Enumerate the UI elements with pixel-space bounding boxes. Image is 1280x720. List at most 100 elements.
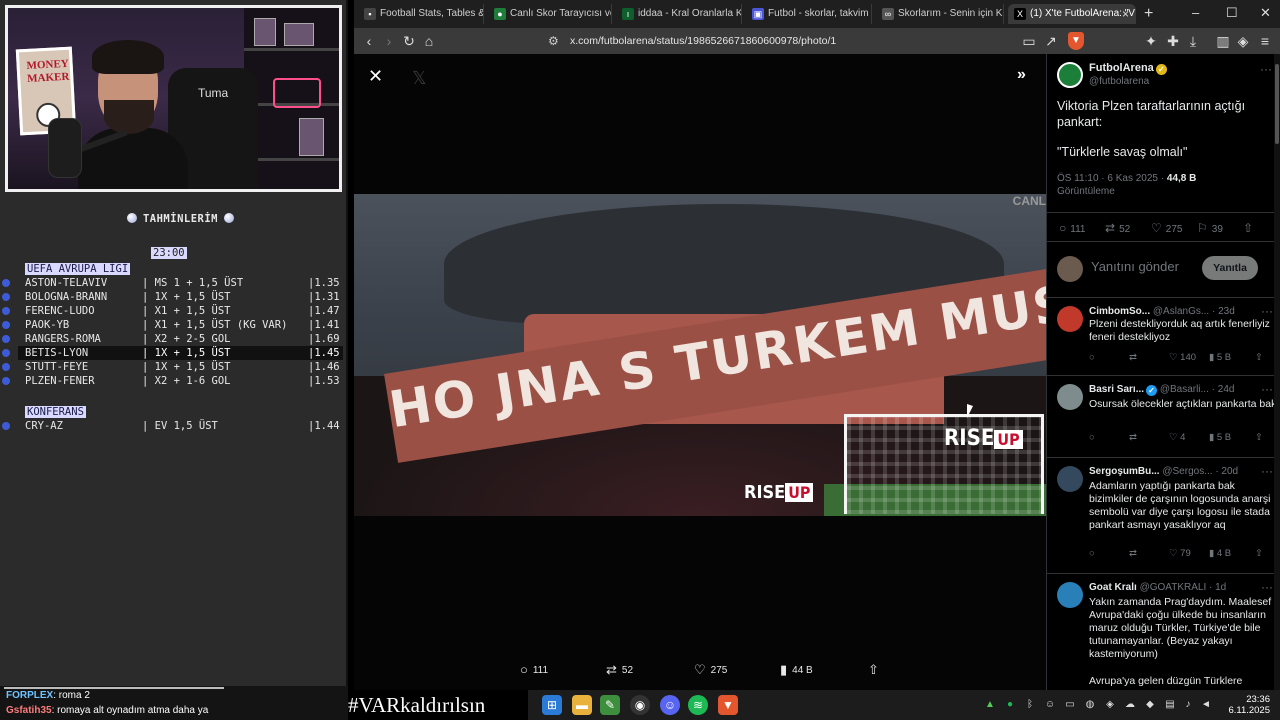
forward-button[interactable]: › [380,32,398,50]
repost-icon[interactable]: ⇄ [1129,548,1137,559]
bluetooth-icon[interactable]: ᛒ [1024,699,1036,711]
tab-iddaa[interactable]: ı iddaa - Kral Oranlarla Kralla [616,4,742,24]
battery-icon[interactable]: ▭ [1064,699,1076,711]
like-button[interactable]: ♡ 275 [694,662,727,678]
user-avatar[interactable] [1057,256,1083,282]
collapse-panel-button[interactable]: » [1017,66,1026,84]
cast-icon[interactable]: ▭ [1020,32,1038,50]
download-icon[interactable]: ⤓ [1184,32,1202,50]
network-icon[interactable]: ▤ [1164,699,1176,711]
commenter-avatar[interactable] [1057,466,1083,492]
tray-app-icon[interactable]: ▲ [984,699,996,711]
discord-icon[interactable]: ☺ [660,695,680,715]
commenter-name[interactable]: CimbomSo... @AslanGs... · 23d [1089,306,1235,317]
close-icon[interactable]: × [1122,4,1129,24]
repost-button[interactable]: ⇄ 52 [1105,221,1130,235]
share-icon[interactable]: ↗ [1042,32,1060,50]
brave-icon[interactable]: ▼ [718,695,738,715]
new-tab-button[interactable]: + [1144,4,1153,24]
commenter-name[interactable]: Basri Sarı... ✓ @Basarli... · 24d [1089,384,1234,396]
tab-x-futbolarena[interactable]: X (1) X'te FutbolArena: "V × [1008,4,1136,24]
like-button[interactable]: ♡ 79 [1169,548,1191,559]
comment-item[interactable]: Goat Kralı @GOATKRALI · 1d ··· Yakın zaman… [1047,574,1280,690]
bookmark-button[interactable]: ⚐ 39 [1197,221,1223,235]
share-icon[interactable]: ⇧ [1255,352,1263,363]
author-handle[interactable]: @futbolarena [1089,76,1149,87]
tab-live-score[interactable]: ● Canlı Skor Tarayıcısı ve Canl [488,4,612,24]
views-button[interactable]: ▮ 5 B [1209,352,1231,363]
scrollbar[interactable] [1274,54,1280,690]
views-button[interactable]: ▮ 44 B [780,662,813,678]
repost-icon[interactable]: ⇄ [1129,432,1137,443]
file-explorer-icon[interactable]: ▬ [572,695,592,715]
address-bar[interactable]: ⚙ x.com/futbolarena/status/1986526671860… [520,31,1060,51]
app-tray-icon[interactable]: ◆ [1144,699,1156,711]
reply-icon[interactable]: ○ [1089,352,1095,363]
author-avatar[interactable] [1057,62,1083,88]
repost-button[interactable]: ⇄ 52 [606,662,633,678]
mic-icon[interactable]: ♪ [1182,699,1194,711]
home-button[interactable]: ⌂ [420,32,438,50]
discord-tray-icon[interactable]: ☺ [1044,699,1056,711]
minimize-button[interactable]: – [1192,3,1199,23]
like-button[interactable]: ♡ 140 [1169,352,1196,363]
tweet-time[interactable]: ÖS 11:10 · 6 Kas 2025 · [1057,173,1164,184]
more-options-icon[interactable]: ··· [1260,62,1272,76]
comment-item[interactable]: SergoşumBu... @Sergos... · 20d ··· Adamlar… [1047,458,1280,574]
reply-button[interactable]: ○ 111 [1059,221,1085,235]
tweet-photo[interactable]: HO JNA S TURKEM MUSIME JIT! RISEUP RISEU… [354,194,1046,516]
vpn-icon[interactable]: ◈ [1234,32,1252,50]
views-button[interactable]: ▮ 4 B [1209,548,1231,559]
notepad-icon[interactable]: ✎ [600,695,620,715]
reply-input[interactable]: Yanıtını gönder [1091,259,1179,274]
views-button[interactable]: ▮ 5 B [1209,432,1231,443]
more-options-icon[interactable]: ··· [1261,382,1273,396]
security-icon[interactable]: ◈ [1104,699,1116,711]
tab-skorlarim[interactable]: ∞ Skorlarım - Senin için Kişise [876,4,1004,24]
brave-shield-icon[interactable]: ▼ [1068,32,1084,50]
maximize-button[interactable]: ☐ [1226,3,1238,23]
site-info-icon[interactable]: ⚙ [548,31,559,51]
sidebar-icon[interactable]: ▥ [1214,32,1232,50]
more-options-icon[interactable]: ··· [1261,580,1273,594]
back-button[interactable]: ‹ [360,32,378,50]
system-clock[interactable]: 23:36 6.11.2025 [1228,694,1270,716]
volume-icon[interactable]: ◄ [1200,699,1212,711]
more-options-icon[interactable]: ··· [1261,464,1273,478]
reply-icon[interactable]: ○ [1089,432,1095,443]
menu-icon[interactable]: ≡ [1256,32,1274,50]
comment-item[interactable]: Basri Sarı... ✓ @Basarli... · 24d ··· Osurs… [1047,376,1280,458]
reply-button[interactable]: ○ 111 [520,662,548,677]
spotify-icon[interactable]: ≋ [688,695,708,715]
commenter-avatar[interactable] [1057,306,1083,332]
commenter-avatar[interactable] [1057,582,1083,608]
close-window-button[interactable]: ✕ [1260,3,1271,23]
cloud-icon[interactable]: ☁ [1124,699,1136,711]
windows-start-icon[interactable]: ⊞ [542,695,562,715]
share-icon[interactable]: ⇧ [1255,548,1263,559]
obs-icon[interactable]: ◉ [630,695,650,715]
author-name[interactable]: FutbolArena ✓ [1089,62,1167,75]
more-options-icon[interactable]: ··· [1261,304,1273,318]
share-button[interactable]: ⇧ [868,662,884,678]
tab-flashscore[interactable]: ▣ Futbol - skorlar, takvim & n [746,4,872,24]
steam-icon[interactable]: ◍ [1084,699,1096,711]
reload-button[interactable]: ↻ [400,32,418,50]
share-button[interactable]: ⇧ [1243,221,1257,235]
tab-football-stats[interactable]: ▪ Football Stats, Tables & Dat [358,4,484,24]
commenter-name[interactable]: SergoşumBu... @Sergos... · 20d [1089,466,1238,477]
scroll-thumb[interactable] [1275,64,1279,144]
comment-item[interactable]: CimbomSo... @AslanGs... · 23d ··· Plzeni d… [1047,298,1280,376]
like-button[interactable]: ♡ 4 [1169,432,1185,443]
close-viewer-button[interactable]: ✕ [368,66,383,87]
extension-icon[interactable]: ✦ [1142,32,1160,50]
tray-spotify-icon[interactable]: ● [1004,699,1016,711]
share-icon[interactable]: ⇧ [1255,432,1263,443]
reply-submit-button[interactable]: Yanıtla [1202,256,1258,280]
like-button[interactable]: ♡ 275 [1151,221,1182,235]
commenter-name[interactable]: Goat Kralı @GOATKRALI · 1d [1089,582,1226,593]
commenter-avatar[interactable] [1057,384,1083,410]
reply-icon[interactable]: ○ [1089,548,1095,559]
repost-icon[interactable]: ⇄ [1129,352,1137,363]
puzzle-icon[interactable]: ✚ [1164,32,1182,50]
